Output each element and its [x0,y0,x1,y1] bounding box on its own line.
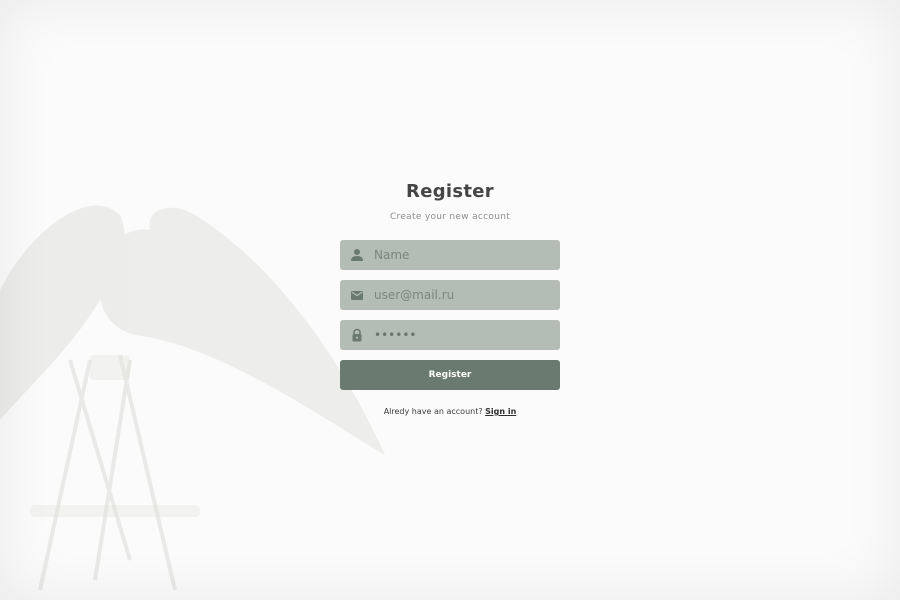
password-input[interactable] [374,320,550,350]
signin-prompt: Alredy have an account? Sign in [340,406,560,418]
password-field [340,320,560,350]
name-field [340,240,560,270]
mail-icon [351,291,363,300]
register-form: Register Create your new account Registe… [340,178,560,418]
name-input[interactable] [374,240,550,270]
person-icon [351,249,363,261]
page-title: Register [406,181,494,202]
email-field [340,280,560,310]
signin-link[interactable]: Sign in [485,407,516,416]
lock-icon [352,328,362,342]
page-subtitle: Create your new account [389,212,511,222]
register-button[interactable]: Register [340,360,560,390]
signin-prompt-text: Alredy have an account? [383,407,483,416]
email-input[interactable] [374,280,550,310]
